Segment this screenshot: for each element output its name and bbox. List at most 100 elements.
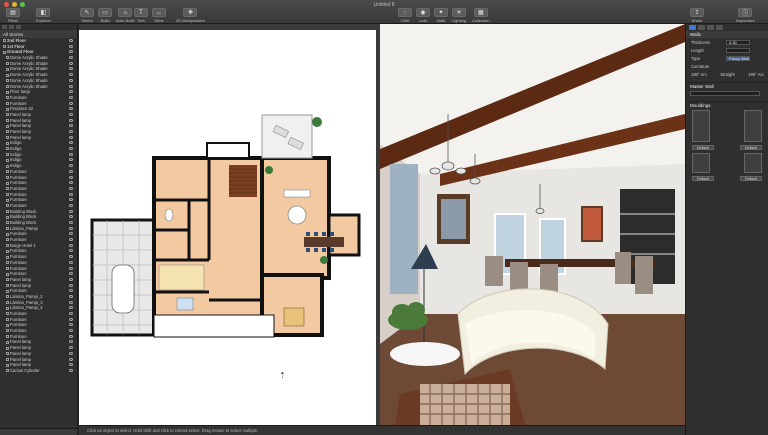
moulding-swatch-lower-right[interactable]	[744, 153, 762, 173]
visibility-eye-icon[interactable]	[69, 130, 73, 133]
visibility-eye-icon[interactable]	[69, 50, 73, 54]
visibility-eye-icon[interactable]	[69, 283, 73, 287]
select-button[interactable]: ↖ Select	[80, 8, 94, 23]
visibility-eye-icon[interactable]	[69, 152, 73, 156]
orbit-button[interactable]: ◌ Orbit	[398, 8, 412, 23]
visibility-eye-icon[interactable]	[69, 141, 73, 145]
browser-tab-icon[interactable]	[2, 25, 7, 29]
visibility-eye-icon[interactable]	[69, 260, 73, 264]
visibility-eye-icon[interactable]	[69, 209, 73, 213]
visibility-eye-icon[interactable]	[69, 44, 73, 48]
length-field[interactable]	[726, 47, 750, 53]
visibility-eye-icon[interactable]	[69, 90, 73, 94]
look-button[interactable]: ◉ Look	[416, 8, 430, 23]
visibility-eye-icon[interactable]	[69, 255, 73, 259]
visibility-eye-icon[interactable]	[69, 329, 73, 333]
visibility-eye-icon[interactable]	[69, 164, 73, 168]
3d-scene[interactable]	[380, 24, 685, 425]
visibility-eye-icon[interactable]	[69, 135, 73, 139]
layout-inspector-tab[interactable]	[707, 25, 714, 30]
visibility-eye-icon[interactable]	[69, 147, 73, 151]
staircase[interactable]	[229, 165, 257, 197]
texture-inspector-tab[interactable]	[698, 25, 705, 30]
thickness-field[interactable]: 0.30	[726, 39, 750, 45]
visibility-eye-icon[interactable]	[69, 112, 73, 116]
visibility-eye-icon[interactable]	[69, 226, 73, 230]
floor-plan-drawing[interactable]: ⇡	[79, 30, 376, 425]
visibility-eye-icon[interactable]	[69, 215, 73, 219]
visibility-eye-icon[interactable]	[69, 107, 73, 111]
visibility-eye-icon[interactable]	[69, 323, 73, 327]
visibility-eye-icon[interactable]	[69, 169, 73, 173]
visibility-eye-icon[interactable]	[69, 39, 73, 42]
visibility-eye-icon[interactable]	[69, 73, 73, 77]
wall-type-select[interactable]: Fancy Wall	[726, 55, 750, 61]
browser-tab-icon[interactable]	[16, 25, 21, 29]
visibility-eye-icon[interactable]	[69, 56, 73, 60]
curve-option-left[interactable]: 180° Arc	[691, 72, 707, 77]
browser-tab-icon[interactable]	[9, 25, 14, 29]
default-button-lower-left[interactable]: Default	[692, 176, 714, 181]
visibility-eye-icon[interactable]	[69, 181, 73, 185]
2d-manipulation-button[interactable]: ✥ 2D Manipulation	[176, 8, 205, 23]
visibility-eye-icon[interactable]	[69, 78, 73, 82]
curve-option-straight[interactable]: Straight	[720, 72, 734, 77]
visibility-eye-icon[interactable]	[69, 95, 73, 99]
explorer-button[interactable]: ◧ Explorer	[36, 8, 51, 23]
visibility-eye-icon[interactable]	[69, 238, 73, 242]
info-inspector-tab[interactable]	[716, 25, 723, 30]
visibility-eye-icon[interactable]	[69, 266, 73, 270]
visibility-eye-icon[interactable]	[69, 175, 73, 179]
share-button[interactable]: ⇪ Share	[690, 8, 704, 23]
lighting-button[interactable]: ☀ Lighting	[452, 8, 466, 23]
visibility-eye-icon[interactable]	[69, 294, 73, 298]
visibility-eye-icon[interactable]	[69, 351, 73, 355]
moulding-swatch-left[interactable]	[692, 110, 710, 142]
visibility-eye-icon[interactable]	[69, 158, 73, 162]
visibility-eye-icon[interactable]	[69, 346, 73, 350]
default-button-left[interactable]: Default	[692, 145, 714, 150]
terrace[interactable]	[261, 114, 313, 159]
walk-button[interactable]: ✦ Walk	[434, 8, 448, 23]
balcony[interactable]	[206, 142, 250, 159]
default-button-right[interactable]: Default	[740, 145, 762, 150]
visibility-eye-icon[interactable]	[69, 186, 73, 190]
visibility-eye-icon[interactable]	[69, 317, 73, 321]
object-inspector-tab[interactable]	[689, 25, 696, 30]
visibility-eye-icon[interactable]	[69, 368, 73, 372]
visibility-eye-icon[interactable]	[69, 289, 73, 293]
visibility-eye-icon[interactable]	[69, 334, 73, 338]
collection-button[interactable]: ▦ Collection	[472, 8, 490, 23]
entrance-porch[interactable]	[153, 314, 275, 338]
curve-option-right[interactable]: 180° Arc	[748, 72, 764, 77]
visibility-eye-icon[interactable]	[69, 192, 73, 196]
tree-item[interactable]: Cactus Cylinder	[0, 368, 77, 374]
moulding-swatch-right[interactable]	[744, 110, 762, 142]
visibility-eye-icon[interactable]	[69, 198, 73, 202]
visibility-eye-icon[interactable]	[69, 101, 73, 105]
visibility-eye-icon[interactable]	[69, 306, 73, 310]
visibility-eye-icon[interactable]	[69, 203, 73, 207]
visibility-eye-icon[interactable]	[69, 232, 73, 236]
auto-build-button[interactable]: ⌂ Auto-Build	[116, 8, 134, 23]
story-filter[interactable]: All Stories	[0, 30, 77, 38]
visibility-eye-icon[interactable]	[69, 357, 73, 361]
visibility-eye-icon[interactable]	[69, 243, 73, 247]
text-button[interactable]: T Text	[134, 8, 148, 23]
visibility-eye-icon[interactable]	[69, 312, 73, 315]
3d-view[interactable]	[380, 24, 685, 425]
visibility-eye-icon[interactable]	[69, 61, 73, 65]
inspectors-button[interactable]: ⓘ Inspectors	[736, 8, 754, 23]
floor-plan-view[interactable]: ⇡	[79, 30, 376, 425]
visibility-eye-icon[interactable]	[69, 124, 73, 128]
moulding-swatch-lower-left[interactable]	[692, 153, 710, 173]
visibility-eye-icon[interactable]	[69, 249, 73, 253]
default-button-lower-right[interactable]: Default	[740, 176, 762, 181]
build-button[interactable]: ▭ Build	[98, 8, 112, 23]
visibility-eye-icon[interactable]	[69, 277, 73, 281]
master-wall-field[interactable]	[690, 90, 760, 96]
plans-button[interactable]: ▤ Plans	[6, 8, 20, 23]
dims-button[interactable]: ↔ Dims	[152, 8, 166, 23]
visibility-eye-icon[interactable]	[69, 300, 73, 304]
visibility-eye-icon[interactable]	[69, 84, 73, 88]
